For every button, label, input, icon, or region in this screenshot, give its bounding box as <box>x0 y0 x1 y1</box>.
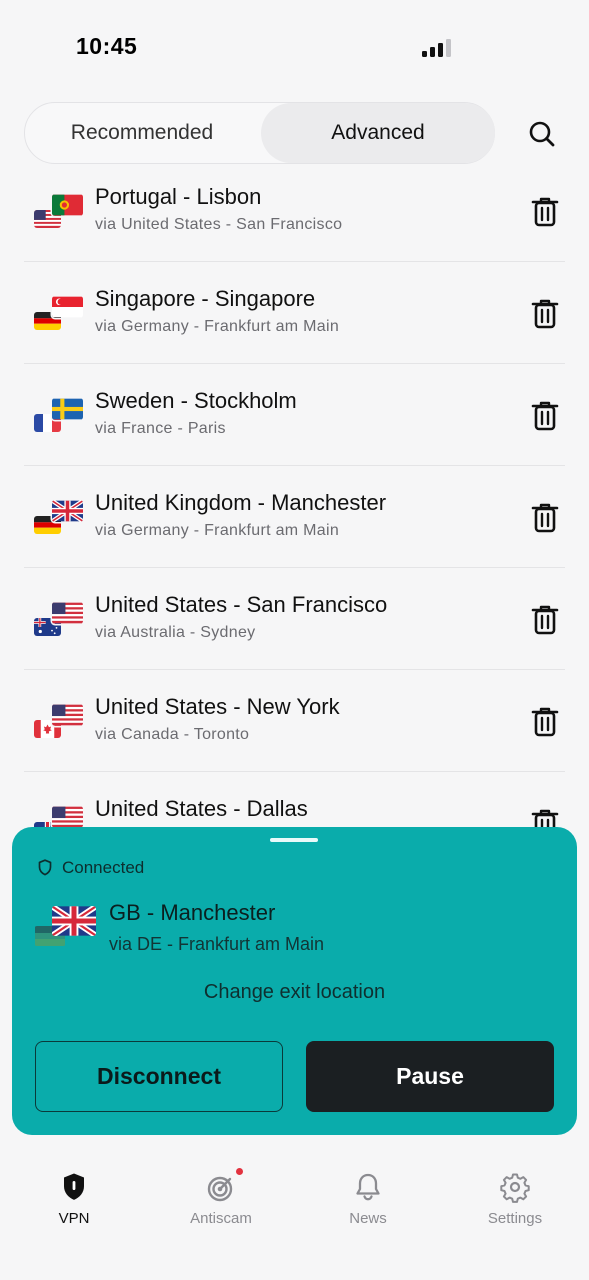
signal-strength-icon <box>422 39 451 57</box>
location-row[interactable]: United States - New York via Canada - To… <box>24 670 565 772</box>
connection-card: Connected GB - Manchester via DE - Frank… <box>12 827 577 1135</box>
gb-flag-icon <box>52 906 96 936</box>
connection-status-label: Connected <box>62 858 145 877</box>
location-list: Portugal - Lisbon via United States - Sa… <box>24 160 565 830</box>
us-flag-icon <box>52 704 83 726</box>
location-via: via Germany - Frankfurt am Main <box>95 318 340 335</box>
bell-icon <box>356 1173 380 1201</box>
flag-pair <box>34 704 86 750</box>
tab-recommended[interactable]: Recommended <box>25 103 259 163</box>
location-row[interactable]: Sweden - Stockholm via France - Paris <box>24 364 565 466</box>
tab-label: VPN <box>58 1210 90 1227</box>
pt-flag-icon <box>52 194 83 216</box>
location-title: United States - San Francisco <box>95 592 388 617</box>
disconnect-button[interactable]: Disconnect <box>35 1041 283 1112</box>
status-bar: 10:45 <box>0 0 589 90</box>
location-via: via Canada - Toronto <box>95 726 250 743</box>
location-mode-switch: Recommended Advanced <box>24 102 495 164</box>
location-via: via Australia - Sydney <box>95 624 256 641</box>
gb-flag-icon <box>52 500 83 522</box>
trash-icon[interactable] <box>530 400 560 432</box>
location-title: Singapore - Singapore <box>95 286 316 311</box>
flag-pair <box>34 296 86 342</box>
tab-label: Antiscam <box>190 1210 252 1227</box>
se-flag-icon <box>52 398 83 420</box>
connected-location-title: GB - Manchester <box>109 900 276 925</box>
shield-icon <box>38 859 52 876</box>
location-via: via United States - San Francisco <box>95 216 343 233</box>
notification-badge <box>236 1168 243 1175</box>
location-title: United States - New York <box>95 694 340 719</box>
tab-label: Settings <box>487 1210 543 1227</box>
sg-flag-icon <box>52 296 83 318</box>
flag-pair <box>34 194 86 240</box>
change-exit-location-link[interactable]: Change exit location <box>12 981 577 1004</box>
us-flag-icon <box>52 806 83 828</box>
location-via: via Germany - Frankfurt am Main <box>95 522 340 539</box>
radar-icon <box>207 1176 233 1202</box>
tab-news[interactable]: News <box>308 1168 428 1238</box>
pause-button[interactable]: Pause <box>306 1041 554 1112</box>
trash-icon[interactable] <box>530 706 560 738</box>
location-title: United Kingdom - Manchester <box>95 490 387 515</box>
flag-pair <box>34 904 98 956</box>
drag-handle[interactable] <box>270 838 318 842</box>
trash-icon[interactable] <box>530 196 560 228</box>
bottom-tab-bar: VPN Antiscam News Settings <box>0 1150 589 1280</box>
trash-icon[interactable] <box>530 502 560 534</box>
shield-icon <box>64 1173 84 1200</box>
tab-label: News <box>349 1210 387 1227</box>
gear-icon <box>500 1173 530 1203</box>
status-time: 10:45 <box>76 33 138 59</box>
location-row[interactable]: Singapore - Singapore via Germany - Fran… <box>24 262 565 364</box>
tab-vpn[interactable]: VPN <box>14 1168 134 1238</box>
location-row[interactable]: United Kingdom - Manchester via Germany … <box>24 466 565 568</box>
tab-advanced[interactable]: Advanced <box>261 103 495 163</box>
trash-icon[interactable] <box>530 298 560 330</box>
us-flag-icon <box>52 602 83 624</box>
location-row[interactable]: United States - Dallas <box>24 772 565 830</box>
flag-pair <box>34 398 86 444</box>
location-via: via France - Paris <box>95 420 226 437</box>
location-row[interactable]: United States - San Francisco via Austra… <box>24 568 565 670</box>
location-title: Portugal - Lisbon <box>95 184 262 209</box>
search-icon[interactable] <box>520 112 564 156</box>
location-row[interactable]: Portugal - Lisbon via United States - Sa… <box>24 160 565 262</box>
flag-pair <box>34 602 86 648</box>
location-title: Sweden - Stockholm <box>95 388 297 413</box>
tab-antiscam[interactable]: Antiscam <box>161 1168 281 1238</box>
trash-icon[interactable] <box>530 604 560 636</box>
location-title: United States - Dallas <box>95 796 308 821</box>
connected-location-via: via DE - Frankfurt am Main <box>109 934 325 954</box>
flag-pair <box>34 500 86 546</box>
tab-settings[interactable]: Settings <box>455 1168 575 1238</box>
